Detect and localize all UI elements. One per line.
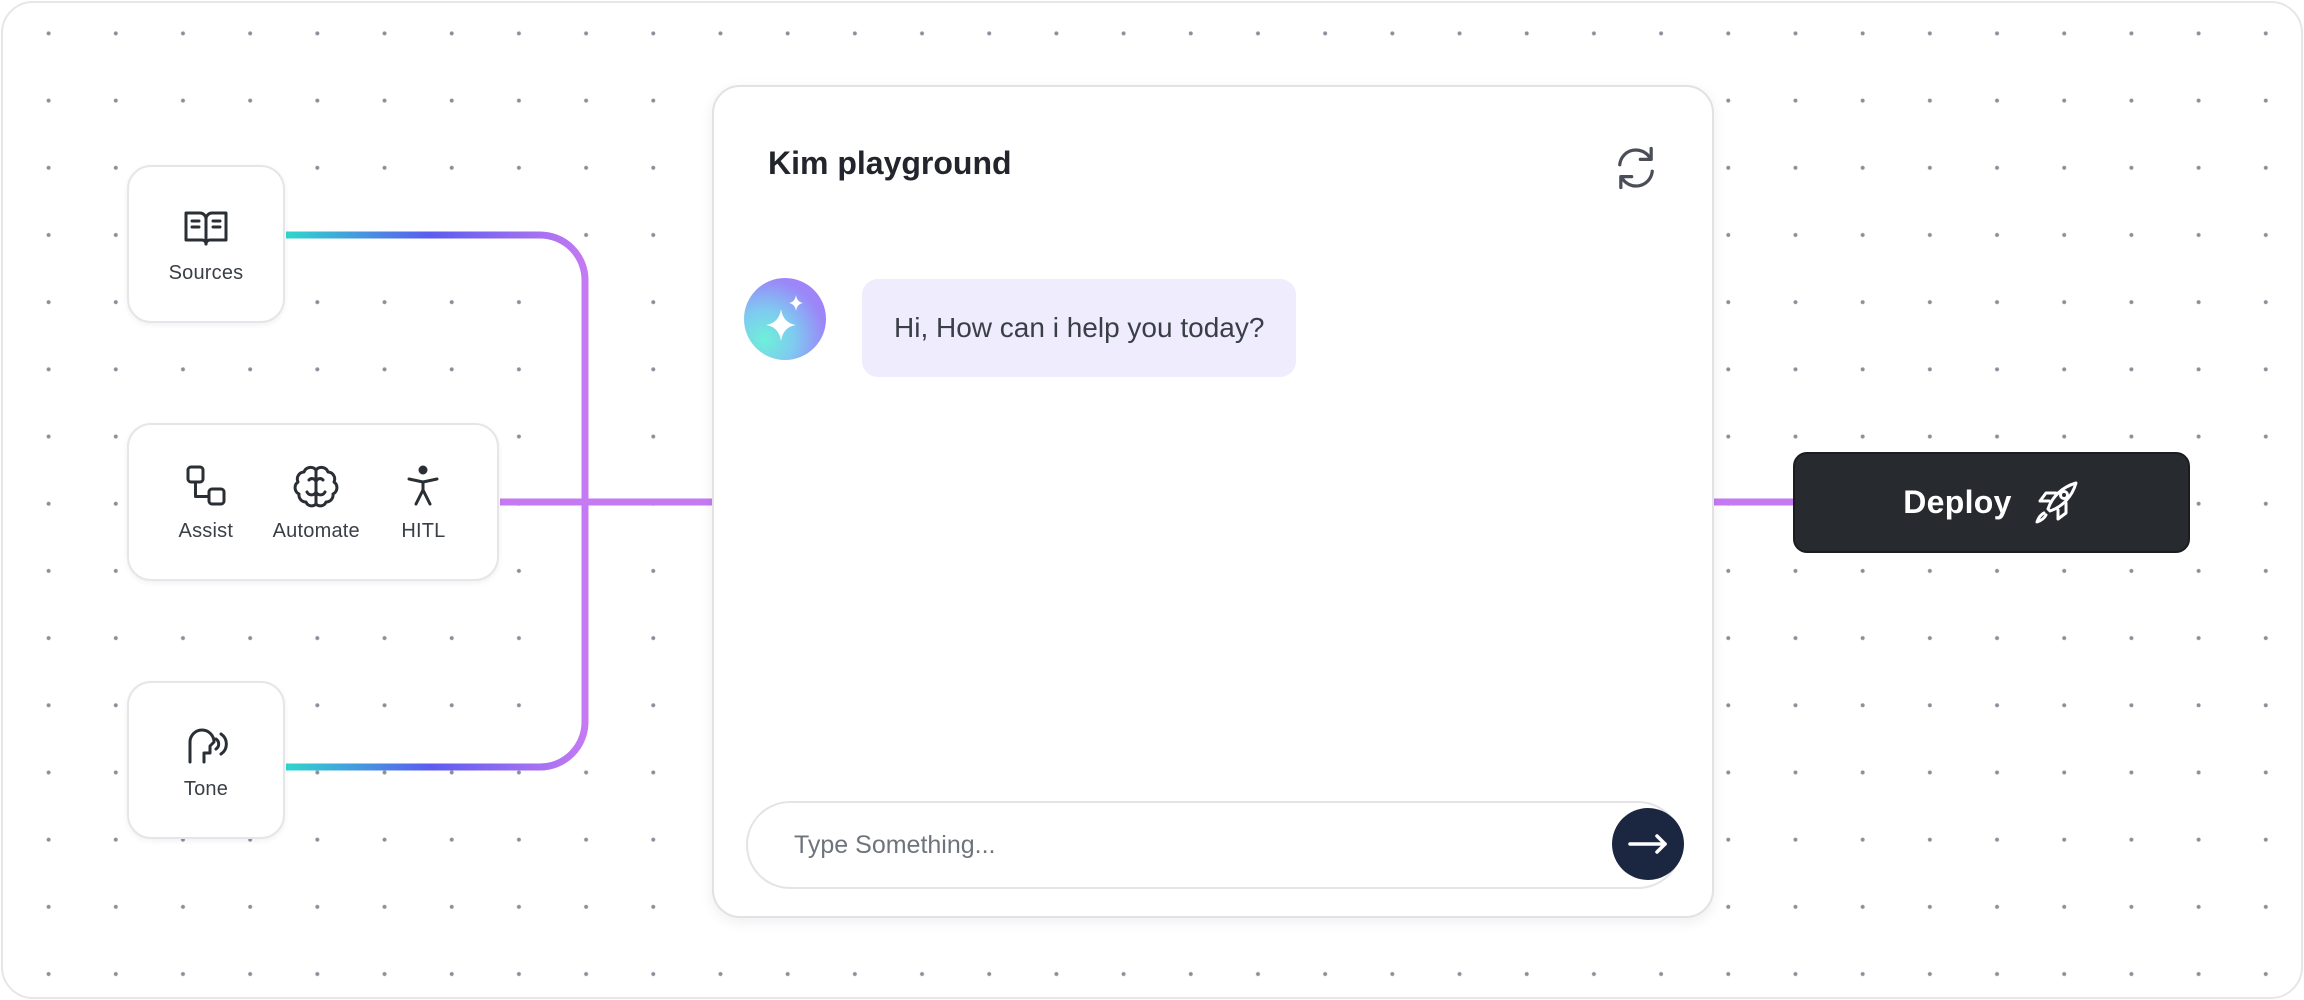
automate-tool[interactable]: Automate (273, 462, 360, 543)
tone-tool[interactable]: Tone (182, 720, 230, 801)
hitl-label: HITL (401, 519, 446, 542)
send-button[interactable] (1612, 808, 1684, 880)
brain-icon (293, 465, 339, 507)
assistant-avatar (744, 278, 826, 360)
refresh-icon (1618, 146, 1654, 190)
deploy-button[interactable]: Deploy (1793, 452, 2190, 553)
chat-title: Kim playground (768, 145, 1012, 181)
message-input[interactable] (794, 823, 1554, 867)
sources-node[interactable]: Sources (127, 165, 285, 323)
tone-label: Tone (183, 777, 229, 800)
sources-label: Sources (168, 261, 244, 284)
automate-label: Automate (272, 519, 360, 542)
deploy-label: Deploy (1903, 484, 2012, 520)
assist-label: Assist (178, 519, 234, 542)
speaking-head-icon (188, 728, 228, 763)
refresh-button[interactable] (1610, 142, 1662, 194)
rocket-icon (2035, 481, 2078, 523)
sparkle-icon (766, 295, 803, 341)
person-icon (407, 465, 439, 505)
arrow-right-icon (1628, 834, 1667, 854)
actions-node: Assist Automate HITL (127, 423, 499, 581)
message-composer (746, 801, 1684, 889)
chat-panel: Kim playground Hi, How can i help you to… (712, 85, 1714, 918)
assistant-message: Hi, How can i help you today? (862, 279, 1297, 377)
sources-tool[interactable]: Sources (169, 204, 244, 285)
book-open-icon (184, 211, 228, 245)
assist-tool[interactable]: Assist (179, 462, 234, 543)
tone-node[interactable]: Tone (127, 681, 285, 839)
hitl-tool[interactable]: HITL (399, 462, 447, 543)
workflow-icon (186, 465, 226, 505)
